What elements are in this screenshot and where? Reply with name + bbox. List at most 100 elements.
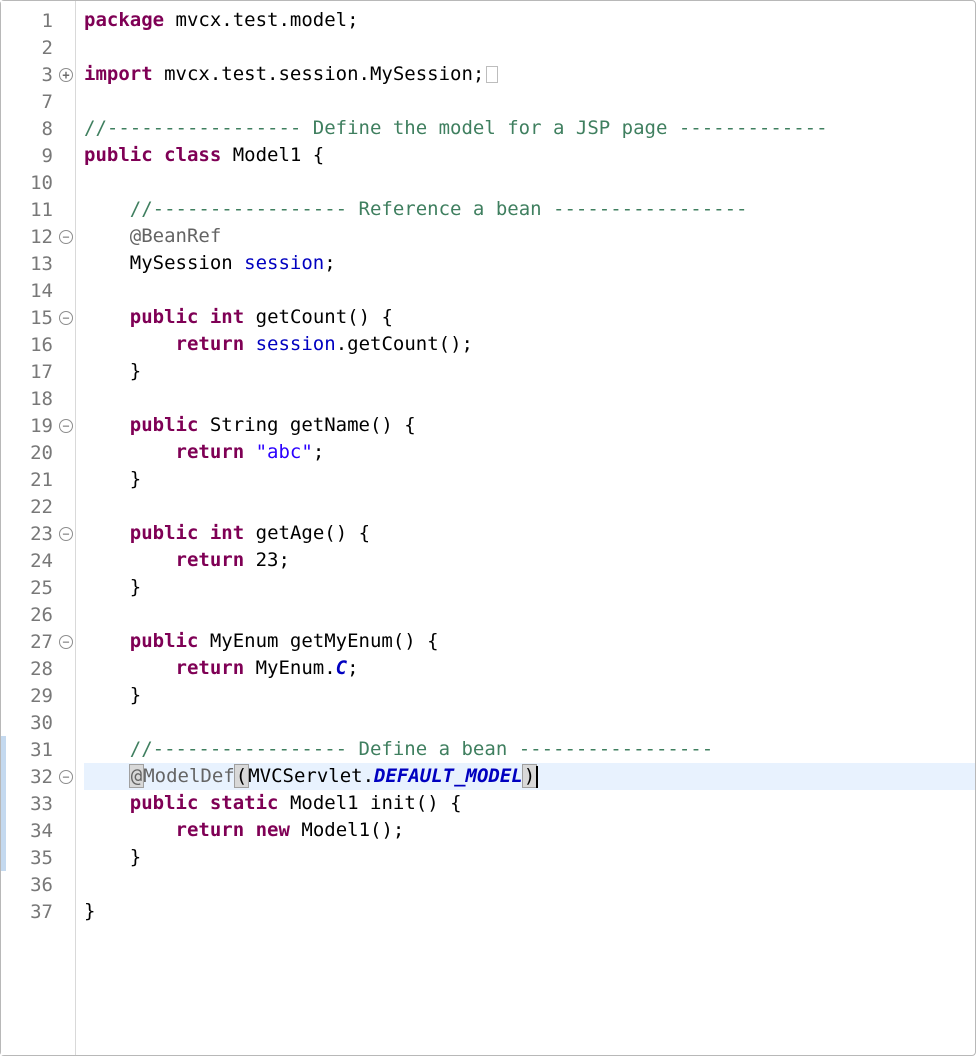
expand-icon[interactable] xyxy=(59,68,73,82)
code-token: import xyxy=(84,63,153,85)
code-area[interactable]: package mvcx.test.model; import mvcx.test… xyxy=(76,1,975,1055)
code-line[interactable]: return session.getCount(); xyxy=(84,331,975,358)
line-number: 16 xyxy=(13,334,71,356)
code-line[interactable]: public int getAge() { xyxy=(84,520,975,547)
code-line[interactable]: public String getName() { xyxy=(84,412,975,439)
gutter-line: 32 xyxy=(1,763,75,790)
code-token xyxy=(84,630,130,652)
code-line[interactable] xyxy=(84,169,975,196)
code-line[interactable] xyxy=(84,493,975,520)
gutter-line: 11 xyxy=(1,196,75,223)
folded-imports-indicator[interactable] xyxy=(486,66,498,83)
gutter-line: 14 xyxy=(1,277,75,304)
code-line[interactable]: //----------------- Reference a bean ---… xyxy=(84,196,975,223)
collapse-icon[interactable] xyxy=(59,230,73,244)
code-token: MVCServlet. xyxy=(248,765,374,787)
collapse-icon[interactable] xyxy=(59,419,73,433)
code-line[interactable] xyxy=(84,88,975,115)
code-token xyxy=(84,333,176,355)
gutter-line: 7 xyxy=(1,88,75,115)
collapse-icon[interactable] xyxy=(59,311,73,325)
collapse-icon[interactable] xyxy=(59,527,73,541)
code-token: } xyxy=(84,360,141,382)
code-line[interactable] xyxy=(84,277,975,304)
code-line[interactable]: public static Model1 init() { xyxy=(84,790,975,817)
gutter-line: 3 xyxy=(1,61,75,88)
code-token: int xyxy=(210,522,244,544)
code-line[interactable] xyxy=(84,709,975,736)
gutter-line: 37 xyxy=(1,898,75,925)
gutter-line: 35 xyxy=(1,844,75,871)
code-line[interactable] xyxy=(84,34,975,61)
line-number: 7 xyxy=(13,91,71,113)
line-number: 21 xyxy=(13,469,71,491)
code-line[interactable]: return new Model1(); xyxy=(84,817,975,844)
code-token: } xyxy=(84,468,141,490)
code-token: mvcx.test.model; xyxy=(164,9,358,31)
code-token: getCount() { xyxy=(244,306,393,328)
change-marker xyxy=(1,763,6,790)
code-line[interactable]: return MyEnum.C; xyxy=(84,655,975,682)
collapse-icon[interactable] xyxy=(59,770,73,784)
gutter-line: 16 xyxy=(1,331,75,358)
code-line[interactable]: @BeanRef xyxy=(84,223,975,250)
change-marker xyxy=(1,790,6,817)
code-token: String getName() { xyxy=(198,414,415,436)
gutter-line: 33 xyxy=(1,790,75,817)
line-number: 28 xyxy=(13,658,71,680)
code-token xyxy=(84,765,130,787)
code-line[interactable]: } xyxy=(84,844,975,871)
code-token: public xyxy=(130,792,199,814)
gutter-line: 17 xyxy=(1,358,75,385)
code-line[interactable]: } xyxy=(84,682,975,709)
code-line[interactable]: package mvcx.test.model; xyxy=(84,7,975,34)
code-token: return xyxy=(176,819,245,841)
code-line[interactable]: } xyxy=(84,466,975,493)
code-line[interactable]: } xyxy=(84,898,975,925)
line-number: 33 xyxy=(13,793,71,815)
code-editor[interactable]: 1237891011121314151617181920212223242526… xyxy=(1,1,975,1055)
code-token: mvcx.test.session.MySession; xyxy=(153,63,485,85)
code-line[interactable]: } xyxy=(84,574,975,601)
code-line[interactable] xyxy=(84,385,975,412)
code-line[interactable]: //----------------- Define a bean ------… xyxy=(84,736,975,763)
line-number: 11 xyxy=(13,199,71,221)
line-number: 25 xyxy=(13,577,71,599)
code-line[interactable] xyxy=(84,871,975,898)
code-token xyxy=(84,225,130,247)
gutter-line: 36 xyxy=(1,871,75,898)
code-line[interactable] xyxy=(84,601,975,628)
code-token: DEFAULT_MODEL xyxy=(374,765,523,787)
gutter-line: 34 xyxy=(1,817,75,844)
gutter-line: 22 xyxy=(1,493,75,520)
line-number: 17 xyxy=(13,361,71,383)
code-token: public xyxy=(130,306,199,328)
gutter-line: 20 xyxy=(1,439,75,466)
code-line[interactable]: import mvcx.test.session.MySession; xyxy=(84,61,975,88)
gutter-line: 1 xyxy=(1,7,75,34)
line-number: 30 xyxy=(13,712,71,734)
gutter-line: 31 xyxy=(1,736,75,763)
code-line[interactable]: public int getCount() { xyxy=(84,304,975,331)
code-line[interactable]: //----------------- Define the model for… xyxy=(84,115,975,142)
collapse-icon[interactable] xyxy=(59,635,73,649)
code-token: } xyxy=(84,900,95,922)
gutter-line: 12 xyxy=(1,223,75,250)
code-token: .getCount(); xyxy=(336,333,473,355)
code-line[interactable]: MySession session; xyxy=(84,250,975,277)
code-line[interactable]: } xyxy=(84,358,975,385)
gutter-line: 27 xyxy=(1,628,75,655)
code-token xyxy=(84,792,130,814)
gutter-line: 23 xyxy=(1,520,75,547)
code-line[interactable]: return "abc"; xyxy=(84,439,975,466)
code-line[interactable]: public MyEnum getMyEnum() { xyxy=(84,628,975,655)
code-line[interactable]: return 23; xyxy=(84,547,975,574)
line-number: 1 xyxy=(13,10,71,32)
line-number: 8 xyxy=(13,118,71,140)
gutter-line: 10 xyxy=(1,169,75,196)
code-line[interactable]: public class Model1 { xyxy=(84,142,975,169)
code-line[interactable]: @ModelDef(MVCServlet.DEFAULT_MODEL) xyxy=(84,763,975,790)
code-token: int xyxy=(210,306,244,328)
code-token xyxy=(244,441,255,463)
code-token xyxy=(244,819,255,841)
